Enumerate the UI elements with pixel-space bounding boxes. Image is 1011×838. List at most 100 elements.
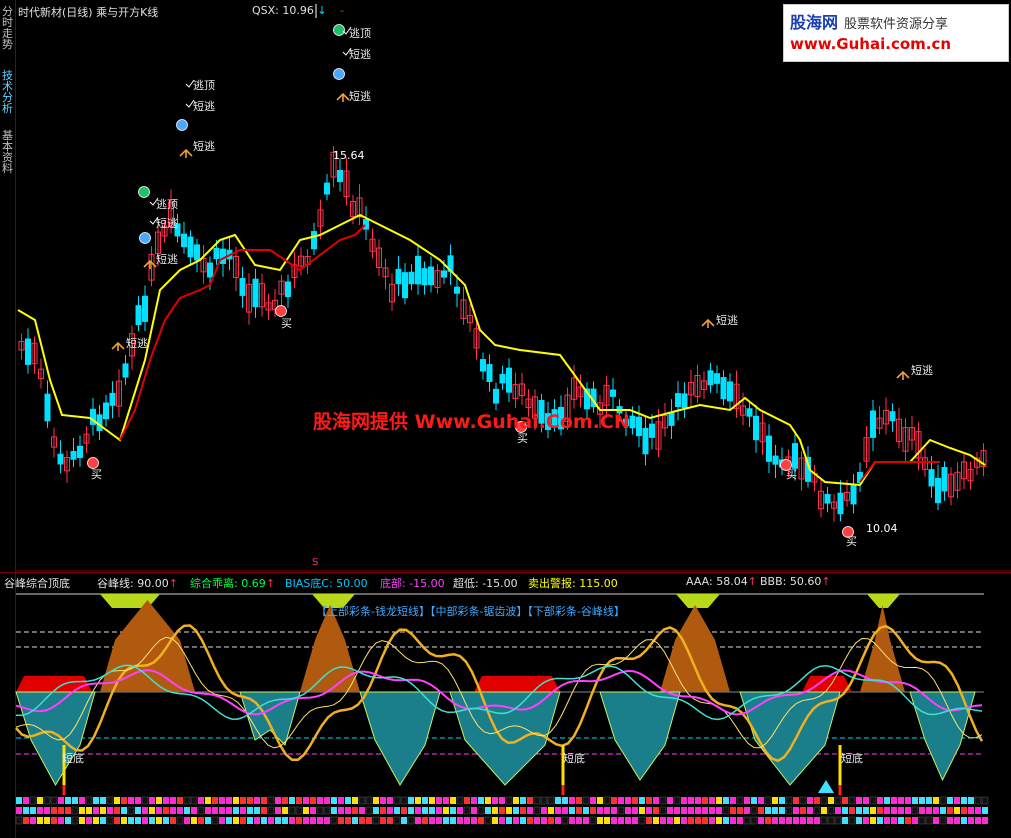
status-cell xyxy=(492,817,498,824)
status-cell xyxy=(863,817,869,824)
status-cell xyxy=(555,807,561,814)
candle-body xyxy=(493,388,499,404)
status-cell xyxy=(100,807,106,814)
status-cell xyxy=(925,816,933,825)
status-cell xyxy=(289,797,295,804)
status-cell xyxy=(106,796,114,805)
status-cell xyxy=(905,817,911,824)
status-cell xyxy=(849,807,855,814)
status-cell xyxy=(933,797,939,804)
status-cell xyxy=(709,807,715,814)
status-cell xyxy=(891,797,897,804)
status-cell xyxy=(723,797,729,804)
status-cell xyxy=(617,806,625,815)
status-cell xyxy=(947,807,953,814)
status-cell xyxy=(505,796,513,805)
candle-body xyxy=(629,415,636,429)
status-cell xyxy=(387,807,393,814)
status-cell xyxy=(695,807,701,814)
status-cell xyxy=(212,797,218,804)
status-cell xyxy=(842,797,848,804)
status-cell xyxy=(820,796,828,805)
status-cell xyxy=(835,807,841,814)
status-cell xyxy=(764,796,772,805)
status-cell xyxy=(345,807,351,814)
status-cell xyxy=(863,807,869,814)
status-cell xyxy=(540,796,548,805)
signal-label: 短逃 xyxy=(193,100,215,113)
status-cell xyxy=(261,817,267,824)
status-cell xyxy=(65,807,71,814)
status-cell xyxy=(933,807,939,814)
status-cell xyxy=(520,817,526,824)
status-cell xyxy=(240,807,246,814)
status-cell xyxy=(247,797,253,804)
status-cell xyxy=(324,817,330,824)
status-cell xyxy=(604,817,610,824)
status-cell xyxy=(576,807,582,814)
indicator-value: 谷峰线: 90.00↑ xyxy=(97,577,178,590)
status-cell xyxy=(758,797,764,804)
status-cell xyxy=(632,817,638,824)
status-cell xyxy=(730,817,736,824)
status-cell xyxy=(632,807,638,814)
status-cell xyxy=(387,817,393,824)
status-cell xyxy=(604,807,610,814)
candle-body xyxy=(395,268,402,285)
candle-body xyxy=(194,244,200,261)
status-cell xyxy=(646,817,652,824)
status-cell xyxy=(282,817,288,824)
status-cell xyxy=(611,807,617,814)
status-cell xyxy=(659,806,667,815)
status-cell xyxy=(485,797,491,804)
status-cell xyxy=(303,797,309,804)
status-cell xyxy=(856,817,862,824)
status-cell xyxy=(156,817,162,824)
status-cell xyxy=(156,807,162,814)
candle-body xyxy=(889,411,896,422)
status-cell xyxy=(288,806,296,815)
status-cell xyxy=(484,816,492,825)
status-cell xyxy=(478,797,484,804)
status-cell xyxy=(793,797,799,804)
status-cell xyxy=(352,817,358,824)
escape-icon xyxy=(701,318,715,328)
low-price-label: 10.04 xyxy=(866,522,898,535)
status-cell xyxy=(576,817,582,824)
status-cell xyxy=(436,807,442,814)
candle-body xyxy=(480,359,486,372)
status-cell xyxy=(569,797,575,804)
status-cell xyxy=(142,817,148,824)
status-cell xyxy=(393,816,401,825)
status-cell xyxy=(254,807,260,814)
candle-body xyxy=(824,493,831,504)
status-cell xyxy=(513,807,519,814)
peak-area xyxy=(660,605,730,692)
status-cell xyxy=(456,796,464,805)
status-cell xyxy=(625,817,631,824)
status-cell xyxy=(233,807,239,814)
status-cell xyxy=(79,807,85,814)
status-cell xyxy=(758,807,764,814)
status-cell xyxy=(359,807,365,814)
ad-banner[interactable]: 股海网 股票软件资源分享 www.Guhai.com.cn xyxy=(783,4,1009,62)
status-cell xyxy=(471,817,477,824)
status-cell xyxy=(926,797,932,804)
status-cell xyxy=(450,817,456,824)
status-cell xyxy=(898,817,904,824)
status-cell xyxy=(219,797,225,804)
status-cell xyxy=(141,796,149,805)
status-cell xyxy=(44,807,50,814)
status-cell xyxy=(44,817,50,824)
status-cell xyxy=(345,797,351,804)
status-cell xyxy=(240,797,246,804)
indicator-value: 卖出警报: 115.00 xyxy=(528,577,618,590)
status-cell xyxy=(582,796,590,805)
status-cell xyxy=(603,796,611,805)
status-cell xyxy=(198,797,204,804)
status-cell xyxy=(785,806,793,815)
status-cell xyxy=(877,817,883,824)
status-cell xyxy=(667,807,673,814)
status-cell xyxy=(961,817,967,824)
status-cell xyxy=(674,817,680,824)
